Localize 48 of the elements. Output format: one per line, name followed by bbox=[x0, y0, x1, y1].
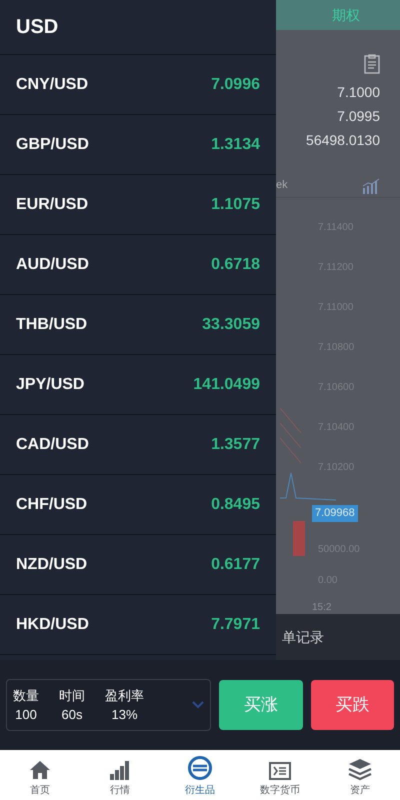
bar-chart-icon bbox=[109, 759, 131, 781]
pair-name: CAD/USD bbox=[16, 434, 89, 454]
layers-icon bbox=[348, 757, 372, 781]
trade-options-field[interactable]: 数量 100 时间 60s 盈利率 13% bbox=[6, 679, 212, 731]
option-value: 100 bbox=[15, 706, 37, 724]
pair-name: AUD/USD bbox=[16, 254, 89, 274]
option-label: 时间 bbox=[59, 686, 85, 704]
pair-name: JPY/USD bbox=[16, 374, 84, 394]
pair-price: 1.3134 bbox=[211, 134, 260, 154]
document-icon bbox=[269, 761, 291, 781]
buy-down-button[interactable]: 买跌 bbox=[311, 680, 394, 730]
pair-price: 0.6718 bbox=[211, 254, 260, 274]
current-price-tag: 7.09968 bbox=[312, 505, 358, 522]
option-label: 盈利率 bbox=[105, 686, 144, 704]
chevron-down-icon bbox=[192, 701, 204, 709]
nav-tab[interactable]: 资产 bbox=[320, 750, 400, 800]
pair-name: EUR/USD bbox=[16, 194, 88, 214]
pair-price: 7.0996 bbox=[211, 74, 260, 94]
pair-name: THB/USD bbox=[16, 314, 88, 334]
pair-price: 33.3059 bbox=[202, 314, 260, 334]
pair-price: 0.6177 bbox=[211, 554, 260, 574]
nav-tab[interactable]: 衍生品 bbox=[160, 750, 240, 800]
nav-tab[interactable]: 首页 bbox=[0, 750, 80, 800]
period-label: ek bbox=[276, 178, 288, 194]
exchange-icon bbox=[187, 755, 213, 781]
drawer-title: USD bbox=[16, 15, 58, 40]
pair-name: CHF/USD bbox=[16, 494, 88, 514]
pair-name: GBP/USD bbox=[16, 134, 89, 154]
home-icon bbox=[29, 759, 51, 781]
pair-price: 141.0499 bbox=[193, 374, 260, 394]
stat-value: 56498.0130 bbox=[306, 131, 380, 150]
option-value: 60s bbox=[62, 706, 82, 724]
chart-icon[interactable] bbox=[362, 178, 380, 194]
pair-name: HKD/USD bbox=[16, 614, 89, 634]
pair-price: 1.3577 bbox=[211, 434, 260, 454]
pair-name: CNY/USD bbox=[16, 74, 88, 94]
stat-value: 7.1000 bbox=[337, 83, 380, 102]
pair-price: 0.8495 bbox=[211, 494, 260, 514]
pair-price: 1.1075 bbox=[211, 194, 260, 214]
nav-tab[interactable]: 行情 bbox=[80, 750, 160, 800]
nav-tab[interactable]: 数字货币 bbox=[240, 750, 320, 800]
option-value: 13% bbox=[111, 706, 138, 724]
stat-value: 7.0995 bbox=[337, 107, 380, 126]
option-label: 数量 bbox=[13, 686, 39, 704]
pair-name: NZD/USD bbox=[16, 554, 88, 574]
clipboard-icon[interactable] bbox=[364, 54, 380, 74]
pair-price: 7.7971 bbox=[211, 614, 260, 634]
orders-link[interactable]: 单记录 bbox=[282, 626, 324, 648]
